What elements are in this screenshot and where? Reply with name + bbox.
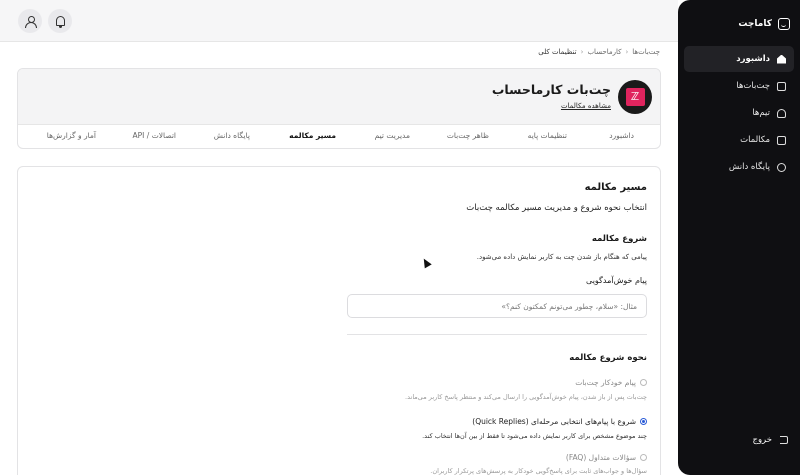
page-title: چت‌بات کارماحساب xyxy=(491,82,611,97)
sidebar-item-label: پایگاه دانش xyxy=(728,162,770,172)
logout-button[interactable]: خروج xyxy=(752,435,788,445)
tab-appearance[interactable]: ظاهر چت‌بات xyxy=(447,125,489,148)
radio-button[interactable] xyxy=(640,379,647,386)
tab-conversation-flow[interactable]: مسیر مکالمه xyxy=(289,125,336,148)
notifications-button[interactable] xyxy=(48,9,72,33)
option-description: چند موضوع مشخص برای کاربر نمایش داده می‌… xyxy=(422,432,647,440)
tab-basic-settings[interactable]: تنظیمات پایه xyxy=(528,125,567,148)
tab-dashboard[interactable]: داشبورد xyxy=(609,125,634,148)
top-bar xyxy=(0,0,678,42)
logout-label: خروج xyxy=(752,435,772,445)
sidebar-item-teams[interactable]: تیم‌ها xyxy=(684,100,794,126)
start-conversation-title: شروع مکالمه xyxy=(591,234,647,244)
option-label: پیام خودکار چت‌بات xyxy=(575,378,636,387)
conversation-flow-card: مسیر مکالمه انتخاب نحوه شروع و مدیریت مس… xyxy=(17,166,661,475)
chat-icon xyxy=(777,135,786,145)
tab-knowledge-base[interactable]: پایگاه دانش xyxy=(214,125,250,148)
section-title: مسیر مکالمه xyxy=(584,182,647,193)
bot-icon xyxy=(777,81,786,91)
option-label: شروع با پیام‌های انتخابی مرحله‌ای (Quick… xyxy=(472,417,636,426)
start-mode-title: نحوه شروع مکالمه xyxy=(569,353,647,363)
start-mode-option-auto[interactable]: پیام خودکار چت‌بات xyxy=(575,378,647,387)
breadcrumb-item-bot[interactable]: کارماحساب xyxy=(587,48,621,56)
option-description: سؤال‌ها و جواب‌های ثابت برای پاسخ‌گویی خ… xyxy=(430,467,647,475)
sidebar-item-conversations[interactable]: مکالمات xyxy=(684,127,794,153)
knowledge-base-icon xyxy=(777,162,786,172)
bot-header: ℤ چت‌بات کارماحساب مشاهده مکالمات xyxy=(18,69,660,125)
start-conversation-description: پیامی که هنگام باز شدن چت به کاربر نمایش… xyxy=(476,253,647,261)
team-icon xyxy=(777,108,786,118)
sidebar: کاماچت داشبورد چت‌بات‌ها تیم‌ها مکالمات … xyxy=(678,0,800,475)
tab-team-management[interactable]: مدیریت تیم xyxy=(375,125,410,148)
sidebar-item-dashboard[interactable]: داشبورد xyxy=(684,46,794,72)
sidebar-item-label: مکالمات xyxy=(740,135,770,145)
sidebar-item-label: داشبورد xyxy=(736,54,770,64)
brand[interactable]: کاماچت xyxy=(678,0,800,36)
divider xyxy=(347,334,647,335)
bot-header-card: ℤ چت‌بات کارماحساب مشاهده مکالمات داشبور… xyxy=(17,68,661,149)
option-description: چت‌بات پس از باز شدن، پیام خوش‌آمدگویی ر… xyxy=(405,393,647,401)
breadcrumb-item-chatbots[interactable]: چت‌بات‌ها xyxy=(632,48,660,56)
bell-icon xyxy=(55,16,65,28)
sidebar-item-knowledge-base[interactable]: پایگاه دانش xyxy=(684,154,794,180)
user-icon xyxy=(25,15,37,28)
sidebar-item-chatbots[interactable]: چت‌بات‌ها xyxy=(684,73,794,99)
sidebar-nav: داشبورد چت‌بات‌ها تیم‌ها مکالمات پایگاه … xyxy=(678,46,800,180)
tab-bar: داشبورد تنظیمات پایه ظاهر چت‌بات مدیریت … xyxy=(18,125,660,148)
logo-icon xyxy=(778,18,790,30)
sidebar-item-label: تیم‌ها xyxy=(752,108,770,118)
tab-reports[interactable]: آمار و گزارش‌ها xyxy=(47,125,96,148)
view-conversations-link[interactable]: مشاهده مکالمات xyxy=(561,102,611,110)
bot-logo-icon: ℤ xyxy=(625,88,645,106)
chevron-left-icon: ‹ xyxy=(580,48,584,56)
section-subtitle: انتخاب نحوه شروع و مدیریت مسیر مکالمه چت… xyxy=(466,203,647,213)
radio-button[interactable] xyxy=(640,454,647,461)
welcome-message-label: پیام خوش‌آمدگویی xyxy=(586,276,647,285)
breadcrumb-item-current: تنظیمات کلی xyxy=(538,48,577,56)
welcome-message-input[interactable] xyxy=(347,294,647,318)
sidebar-item-label: چت‌بات‌ها xyxy=(736,81,770,91)
start-mode-option-faq[interactable]: سؤالات متداول (FAQ) xyxy=(566,453,647,462)
home-icon xyxy=(777,54,786,64)
tab-integrations-api[interactable]: اتصالات / API xyxy=(133,125,176,148)
logout-icon xyxy=(780,436,788,444)
profile-button[interactable] xyxy=(18,9,42,33)
option-label: سؤالات متداول (FAQ) xyxy=(565,453,636,462)
radio-button[interactable] xyxy=(640,418,647,425)
breadcrumb: چت‌بات‌ها ‹ کارماحساب ‹ تنظیمات کلی xyxy=(538,48,660,56)
brand-name: کاماچت xyxy=(738,19,772,29)
start-mode-option-quick-replies[interactable]: شروع با پیام‌های انتخابی مرحله‌ای (Quick… xyxy=(472,417,647,426)
chevron-left-icon: ‹ xyxy=(625,48,629,56)
avatar: ℤ xyxy=(618,80,652,114)
